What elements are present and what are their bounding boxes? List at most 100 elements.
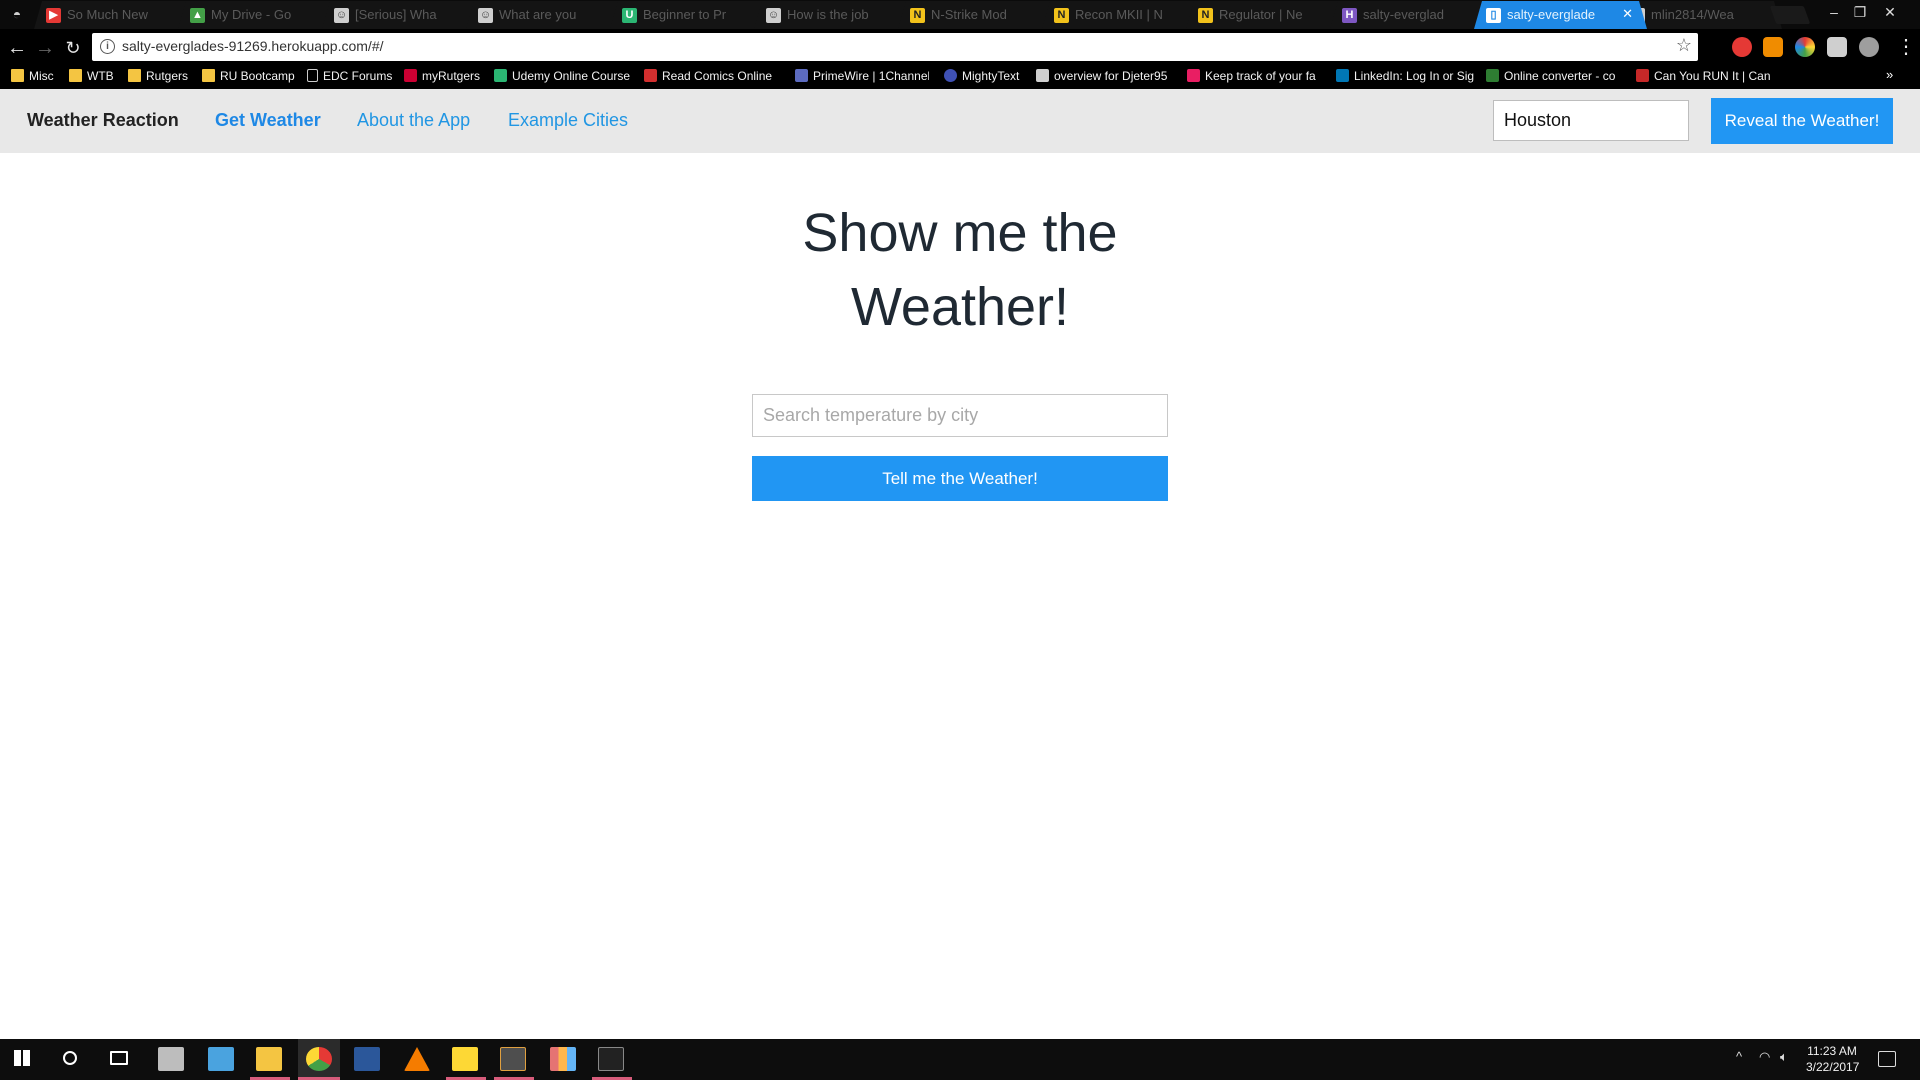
linkedin-icon [1336, 69, 1349, 82]
browser-tab[interactable]: ☺ What are you ✕ [466, 1, 639, 29]
browser-tab[interactable]: ☺ [Serious] Wha ✕ [322, 1, 495, 29]
bookmark-item[interactable]: Misc [11, 69, 61, 87]
nav-example-cities[interactable]: Example Cities [508, 110, 628, 131]
bookmark-item[interactable]: LinkedIn: Log In or Sig [1336, 69, 1474, 87]
udemy-icon [494, 69, 507, 82]
tab-title: [Serious] Wha [355, 7, 437, 22]
google-drive-icon: ▲ [190, 8, 205, 23]
heroku-icon: H [1342, 8, 1357, 23]
chrome-menu-icon[interactable]: ⋮ [1896, 35, 1916, 59]
n-icon: N [1198, 8, 1213, 23]
tab-title: What are you [499, 7, 577, 22]
incognito-icon: ◓ [12, 6, 22, 22]
city-search-input[interactable] [752, 394, 1168, 437]
vlc-icon[interactable] [404, 1047, 430, 1071]
bookmark-item[interactable]: MightyText [944, 69, 1026, 87]
extension-icon[interactable] [1827, 37, 1847, 57]
computer-icon[interactable] [158, 1047, 184, 1071]
back-arrow-icon[interactable]: ← [6, 37, 28, 59]
bookmarks-overflow-icon[interactable]: » [1886, 67, 1893, 82]
sublime-text-icon[interactable] [500, 1047, 526, 1071]
address-bar[interactable]: i salty-everglades-91269.herokuapp.com/#… [92, 33, 1698, 61]
volume-icon[interactable]: 🔈︎ [1780, 1049, 1788, 1065]
primewire-icon [795, 69, 808, 82]
bookmark-item[interactable]: Can You RUN It | Can [1636, 69, 1770, 87]
url-text: salty-everglades-91269.herokuapp.com/#/ [122, 38, 384, 54]
cortana-icon[interactable] [63, 1051, 77, 1065]
bookmark-item[interactable]: Keep track of your fa [1187, 69, 1323, 87]
browser-tab[interactable]: N N-Strike Mod ✕ [898, 1, 1071, 29]
browser-tab-active[interactable]: ▯ salty-everglade ✕ [1474, 1, 1647, 29]
bookmark-label: Udemy Online Course [512, 69, 631, 83]
bookmark-item[interactable]: Udemy Online Course [494, 69, 632, 87]
chrome-icon[interactable] [306, 1047, 332, 1071]
store-icon[interactable] [208, 1047, 234, 1071]
bookmark-item[interactable]: Read Comics Online F [644, 69, 776, 87]
udemy-icon: U [622, 8, 637, 23]
bookmark-label: Online converter - co [1504, 69, 1616, 83]
nav-about-the-app[interactable]: About the App [357, 110, 470, 131]
system-clock[interactable]: 11:23 AM 3/22/2017 [1806, 1043, 1859, 1075]
tell-weather-button[interactable]: Tell me the Weather! [752, 456, 1168, 501]
bookmark-label: Misc [29, 69, 54, 83]
location-icon[interactable] [1859, 37, 1879, 57]
bookmarks-bar: Misc WTB Rutgers RU Bootcamp EDC Forums … [0, 66, 1920, 89]
bookmark-item[interactable]: RU Bootcamp [202, 69, 298, 87]
browser-tab[interactable]: N Regulator | Ne ✕ [1186, 1, 1359, 29]
tab-title: Recon MKII | N [1075, 7, 1163, 22]
reveal-weather-button[interactable]: Reveal the Weather! [1711, 98, 1893, 144]
bookmark-item[interactable]: myRutgers [404, 69, 486, 87]
rss-icon[interactable] [1763, 37, 1783, 57]
windows-start-icon[interactable] [14, 1050, 30, 1066]
bookmark-item[interactable]: PrimeWire | 1Channel [795, 69, 929, 87]
bookmark-label: Keep track of your fa [1205, 69, 1316, 83]
info-icon[interactable]: i [100, 39, 115, 54]
bookmark-item[interactable]: Rutgers [128, 69, 196, 87]
nav-get-weather[interactable]: Get Weather [215, 110, 321, 131]
canyourunit-icon [1636, 69, 1649, 82]
page-icon [307, 69, 318, 82]
bookmark-item[interactable]: Online converter - co [1486, 69, 1622, 87]
task-view-icon[interactable] [110, 1051, 128, 1065]
browser-toolbar: ← → ↻ i salty-everglades-91269.herokuapp… [0, 29, 1920, 66]
close-icon[interactable]: ✕ [1622, 6, 1633, 22]
bookmark-item[interactable]: overview for Djeter95 [1036, 69, 1172, 87]
minimize-icon[interactable]: – [1822, 2, 1846, 22]
folder-icon [11, 69, 24, 82]
app-navbar: Weather Reaction Get Weather About the A… [0, 89, 1920, 153]
forward-arrow-icon[interactable]: → [34, 37, 56, 59]
page-title: Show me the Weather! [802, 203, 1118, 337]
browser-tab[interactable]: ▲ My Drive - Go ✕ [178, 1, 351, 29]
bookmark-label: overview for Djeter95 [1054, 69, 1168, 83]
bookmark-star-icon[interactable]: ☆ [1676, 35, 1692, 56]
bookmark-item[interactable]: WTB [69, 69, 121, 87]
bookmark-item[interactable]: EDC Forums [307, 69, 395, 87]
close-window-icon[interactable]: ✕ [1878, 2, 1902, 22]
bookmark-label: MightyText [962, 69, 1020, 83]
reload-icon[interactable]: ↻ [62, 37, 84, 59]
terminal-icon[interactable] [598, 1047, 624, 1071]
books-icon[interactable] [550, 1047, 576, 1071]
restore-icon[interactable]: ❐ [1848, 2, 1872, 22]
browser-tab[interactable]: H salty-everglad ✕ [1330, 1, 1503, 29]
mightytext-icon [944, 69, 957, 82]
reddit-icon: ☺ [478, 8, 493, 23]
action-center-icon[interactable] [1878, 1051, 1896, 1067]
browser-tab[interactable]: U Beginner to Pr ✕ [610, 1, 783, 29]
adblock-icon[interactable] [1732, 37, 1752, 57]
browser-tab[interactable]: ● mlin2814/Wea [1618, 1, 1782, 29]
wifi-icon[interactable]: ◠ [1759, 1049, 1770, 1065]
color-picker-icon[interactable] [1795, 37, 1815, 57]
file-explorer-icon[interactable] [256, 1047, 282, 1071]
browser-tab[interactable]: ▶ So Much New ✕ [34, 1, 207, 29]
navbar-city-input[interactable] [1493, 100, 1689, 141]
new-tab-button[interactable] [1769, 6, 1811, 24]
word-icon[interactable] [354, 1047, 380, 1071]
app-brand[interactable]: Weather Reaction [27, 110, 179, 131]
chevron-up-icon[interactable]: ^ [1736, 1049, 1742, 1064]
tab-title: salty-everglad [1363, 7, 1444, 22]
bookmark-label: WTB [87, 69, 114, 83]
sticky-notes-icon[interactable] [452, 1047, 478, 1071]
browser-tab[interactable]: N Recon MKII | N ✕ [1042, 1, 1215, 29]
browser-tab[interactable]: ☺ How is the job ✕ [754, 1, 927, 29]
